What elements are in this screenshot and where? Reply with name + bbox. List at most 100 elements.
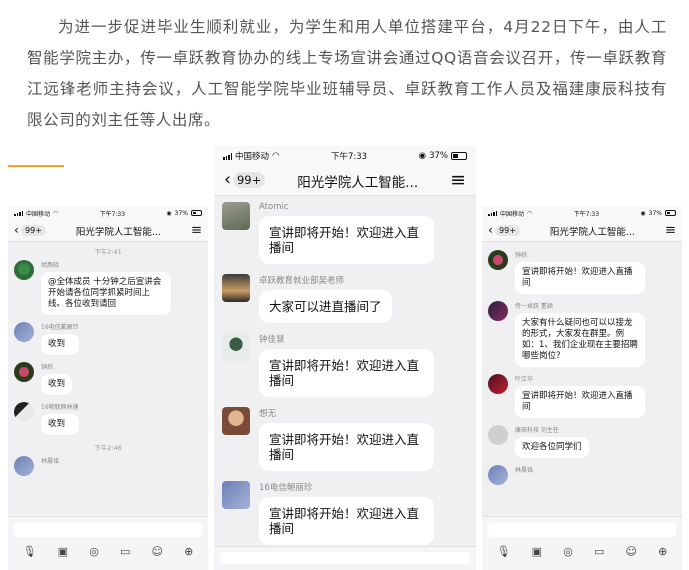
decorative-rule	[8, 165, 64, 167]
sender-name: 叶江华	[515, 376, 534, 383]
sender-name: 钟佳慧	[259, 335, 285, 345]
battery-percent: 37%	[648, 209, 662, 217]
phone-screenshot-center: 中国移动 ◠ 下午7:33 ◉ 37% ‹ 99+ 阳光学院人工智能... ≡ Ato…	[214, 146, 476, 570]
plus-icon[interactable]: ⊕	[658, 545, 667, 558]
message-bubble[interactable]: 宣讲即将开始！欢迎进入直播间	[515, 386, 645, 418]
unread-count: 99+	[233, 172, 266, 189]
message-bubble[interactable]: 大家有什么疑问也可以以接龙的形式，大家发在群里。例如：1、我们企业现在主要招聘哪…	[515, 313, 645, 367]
chat-message: 林晨铭	[8, 456, 208, 476]
avatar[interactable]	[222, 202, 250, 230]
chat-message: 卓跃教育就业部吴老师 大家可以进直播间了	[214, 274, 476, 323]
message-bubble[interactable]: 宣讲即将开始！欢迎进入直播间	[259, 423, 434, 471]
avatar[interactable]	[14, 456, 34, 476]
sender-name: 康辰科技 刘主任	[515, 427, 559, 434]
carrier: 中国移动	[26, 210, 51, 218]
chat-nav-bar: ‹ 99+ 阳光学院人工智能... ≡	[8, 220, 208, 242]
battery-icon	[665, 210, 676, 216]
message-bubble[interactable]: 宣讲即将开始！欢迎进入直播间	[259, 216, 434, 264]
avatar[interactable]	[488, 301, 508, 321]
avatar[interactable]	[222, 333, 250, 361]
back-button[interactable]: ‹ 99+	[224, 171, 266, 190]
message-input[interactable]	[488, 523, 676, 537]
message-input[interactable]	[14, 523, 202, 537]
phone-screenshot-left: 中国移动 ◠ 下午7:33 ◉ 37% ‹ 99+ 阳光学院人工智能... ≡ 下午2…	[8, 206, 208, 570]
status-bar: 中国移动 ◠ 下午7:33 ◉ 37%	[482, 206, 682, 220]
voice-icon[interactable]: 🎙︎	[23, 545, 37, 558]
menu-icon[interactable]: ≡	[665, 224, 676, 238]
avatar[interactable]	[14, 260, 34, 280]
emoji-icon[interactable]: ☺	[626, 545, 637, 558]
avatar[interactable]	[488, 425, 508, 445]
sender-name: 传一卓跃 董颖	[515, 303, 553, 310]
chat-area: Atomic 宣讲即将开始！欢迎进入直播间 卓跃教育就业部吴老师 大家可以进直播…	[214, 196, 476, 545]
clock: 下午7:33	[331, 152, 368, 162]
emoji-icon[interactable]: ☺	[152, 545, 163, 558]
back-button[interactable]: ‹ 99+	[488, 223, 520, 238]
chat-message: 钟佳慧 宣讲即将开始！欢迎进入直播间	[214, 333, 476, 397]
avatar[interactable]	[14, 402, 34, 422]
chat-input-bar: 🎙︎ ▣ ◎ ▭ ☺ ⊕	[8, 516, 208, 570]
article: 为进一步促进毕业生顺利就业，为学生和用人单位搭建平台，4月22日下午，由人工智能…	[27, 12, 667, 136]
article-paragraph: 为进一步促进毕业生顺利就业，为学生和用人单位搭建平台，4月22日下午，由人工智能…	[27, 18, 667, 129]
chat-input-bar: 🎙︎ ▣ ◎ ▭ ☺ ⊕	[482, 516, 682, 570]
image-icon[interactable]: ▣	[532, 545, 542, 558]
chat-message: 叶江华 宣讲即将开始！欢迎进入直播间	[482, 374, 682, 418]
avatar[interactable]	[222, 481, 250, 509]
chat-message: 16电信戴雁玲 收到	[8, 322, 208, 355]
group-title: 阳光学院人工智能...	[75, 226, 161, 238]
message-bubble[interactable]: 宣讲即将开始！欢迎进入直播间	[259, 349, 434, 397]
group-title: 阳光学院人工智能...	[297, 174, 419, 191]
chat-message: 林晨铭	[482, 465, 682, 485]
group-title: 阳光学院人工智能...	[549, 226, 635, 238]
message-bubble[interactable]: 收到	[41, 374, 73, 395]
unread-count: 99+	[494, 225, 520, 236]
folder-icon[interactable]: ▭	[594, 545, 604, 558]
avatar[interactable]	[222, 274, 250, 302]
chat-message: 想无 宣讲即将开始！欢迎进入直播间	[214, 407, 476, 471]
camera-icon[interactable]: ◎	[563, 545, 573, 558]
avatar[interactable]	[488, 465, 508, 485]
back-button[interactable]: ‹ 99+	[14, 224, 46, 237]
chat-nav-bar: ‹ 99+ 阳光学院人工智能... ≡	[214, 166, 476, 196]
timestamp: 下午2:41	[94, 248, 122, 256]
avatar[interactable]	[222, 407, 250, 435]
chat-message: 康辰科技 刘主任 欢迎各位同学们	[482, 425, 682, 458]
chevron-left-icon: ‹	[488, 223, 493, 238]
wifi-icon: ◠	[53, 209, 59, 217]
avatar[interactable]	[14, 362, 34, 382]
folder-icon[interactable]: ▭	[120, 545, 130, 558]
sender-name: 林晨铭	[515, 467, 534, 474]
chat-nav-bar: ‹ 99+ 阳光学院人工智能... ≡	[482, 220, 682, 242]
avatar[interactable]	[488, 250, 508, 270]
message-bubble[interactable]: @全体成员 十分钟之后宣讲会开始请各位同学抓紧时间上线。各位收到请回	[41, 272, 171, 315]
signal-icon	[223, 152, 232, 160]
message-bubble[interactable]: 宣讲即将开始！欢迎进入直播间	[259, 497, 434, 545]
message-bubble[interactable]: 收到	[41, 414, 79, 435]
wifi-icon: ◠	[272, 151, 280, 161]
wifi-icon: ◠	[527, 209, 533, 217]
chat-message: 16电信鲍丽珍 宣讲即将开始！欢迎进入直播间	[214, 481, 476, 545]
avatar[interactable]	[488, 374, 508, 394]
image-icon[interactable]: ▣	[58, 545, 68, 558]
menu-icon[interactable]: ≡	[191, 224, 202, 238]
battery-icon	[450, 152, 467, 160]
chat-message: Atomic 宣讲即将开始！欢迎进入直播间	[214, 202, 476, 264]
sender-name: 胡燕晓	[41, 262, 60, 269]
battery-percent: 37%	[174, 209, 188, 217]
status-bar: 中国移动 ◠ 下午7:33 ◉ 37%	[8, 206, 208, 220]
message-bubble[interactable]: 欢迎各位同学们	[515, 437, 589, 458]
camera-icon[interactable]: ◎	[89, 545, 99, 558]
sender-name: 卓跃教育就业部吴老师	[259, 276, 345, 286]
message-bubble[interactable]: 宣讲即将开始！欢迎进入直播间	[515, 262, 645, 294]
chat-toolbar: 🎙︎ ▣ ◎ ▭ ☺ ⊕	[8, 537, 208, 558]
plus-icon[interactable]: ⊕	[184, 545, 193, 558]
chat-message: 钟舒. 宣讲即将开始！欢迎进入直播间	[482, 250, 682, 294]
message-bubble[interactable]: 大家可以进直播间了	[259, 290, 392, 323]
message-bubble[interactable]: 收到	[41, 334, 79, 355]
voice-icon[interactable]: 🎙︎	[497, 545, 511, 558]
avatar[interactable]	[14, 322, 34, 342]
menu-icon[interactable]: ≡	[450, 171, 466, 190]
alarm-icon: ◉	[166, 209, 172, 217]
chat-message: 钟舒. 收到	[8, 362, 208, 395]
message-input[interactable]	[220, 552, 470, 564]
